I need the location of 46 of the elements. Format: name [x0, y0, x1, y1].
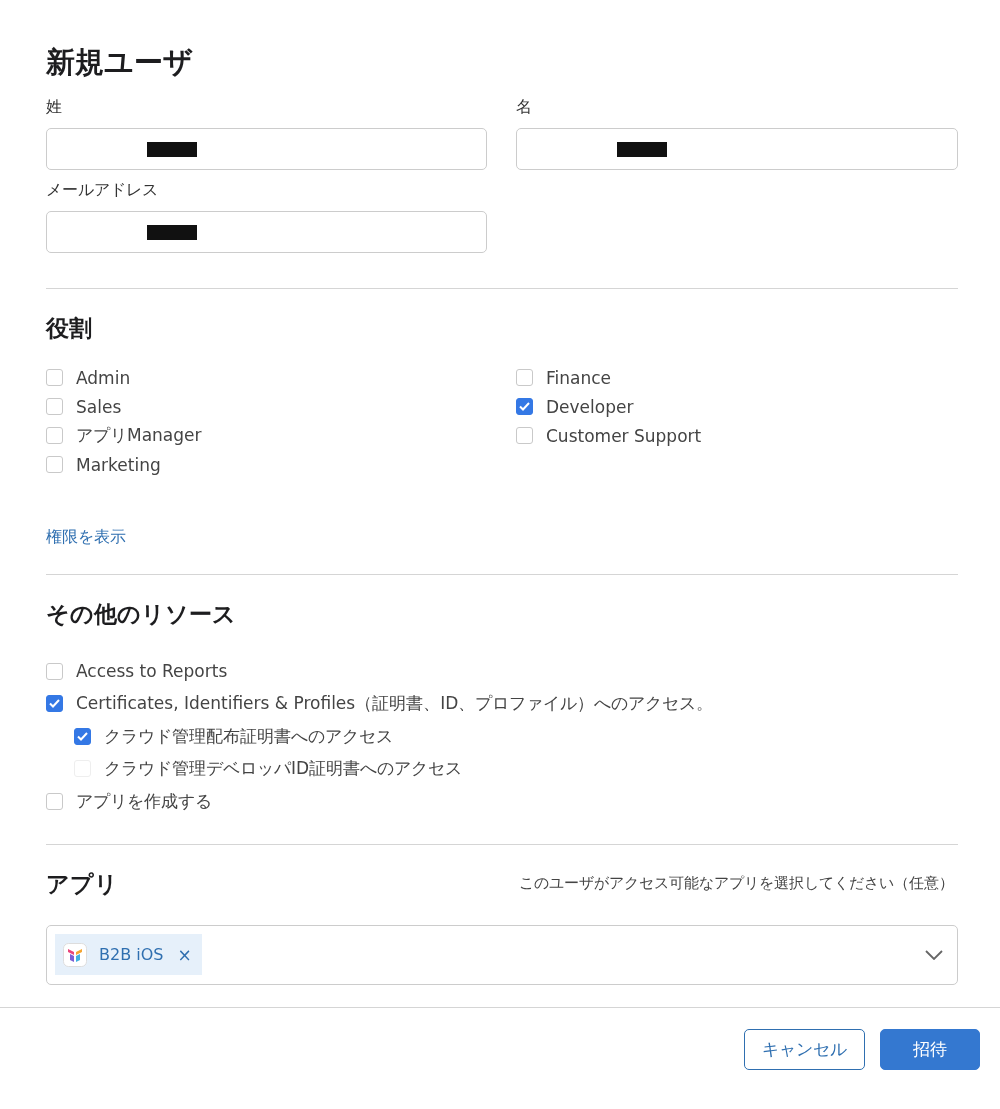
checkbox[interactable] — [46, 456, 63, 473]
checkbox[interactable] — [46, 369, 63, 386]
checkbox-label: Marketing — [76, 454, 161, 475]
app-icon — [63, 942, 87, 967]
checkbox[interactable] — [516, 369, 533, 386]
section-heading: アプリ — [46, 869, 118, 899]
permissions-link[interactable]: 権限を表示 — [46, 527, 126, 548]
chevron-down-icon — [925, 949, 943, 960]
checkbox[interactable] — [46, 427, 63, 444]
checkbox-label: Sales — [76, 396, 122, 417]
checkmark-icon — [49, 699, 60, 709]
field-label: 名 — [516, 96, 533, 118]
app-select-field[interactable]: B2B iOS × — [46, 924, 958, 985]
checkbox-label: アプリManager — [76, 424, 202, 447]
checkbox-label: Admin — [76, 367, 131, 388]
checkbox-label: アプリを作成する — [76, 789, 212, 813]
checkmark-icon — [519, 402, 530, 411]
checkbox[interactable] — [46, 398, 63, 415]
section-heading: 役割 — [46, 314, 93, 343]
hint-text: このユーザがアクセス可能なアプリを選択してください（任意） — [519, 874, 955, 893]
page-title: 新規ユーザ — [46, 44, 194, 81]
input-field[interactable] — [516, 128, 958, 170]
invite-button[interactable]: 招待 — [880, 1028, 980, 1070]
checkbox-label: クラウド管理デベロッパID証明書へのアクセス — [104, 757, 463, 781]
chip-label: B2B iOS — [99, 945, 164, 964]
section-heading: その他のリソース — [46, 600, 237, 629]
checkbox[interactable] — [46, 792, 63, 810]
checkbox-label: クラウド管理配布証明書へのアクセス — [104, 724, 393, 748]
checkbox-label: Access to Reports — [76, 661, 228, 682]
app-chip[interactable]: B2B iOS × — [55, 934, 202, 975]
checkbox-label: Customer Support — [546, 425, 702, 446]
field-label: メールアドレス — [46, 179, 159, 201]
checkbox[interactable] — [46, 662, 63, 680]
cancel-button[interactable]: キャンセル — [744, 1028, 865, 1070]
checkbox[interactable] — [516, 427, 533, 444]
checkbox-label: Certificates, Identifiers & Profiles（証明書、ID、プロファイル）へのアクセス。 — [76, 692, 714, 716]
checkmark-icon — [77, 731, 88, 741]
field-label: 姓 — [46, 96, 63, 118]
checkbox-label: Finance — [546, 367, 612, 388]
input-field[interactable] — [46, 211, 487, 253]
checkbox[interactable] — [46, 695, 63, 713]
checkbox[interactable] — [74, 727, 91, 745]
input-field[interactable] — [46, 128, 487, 170]
checkbox-label: Developer — [546, 396, 634, 417]
checkbox[interactable] — [516, 398, 533, 415]
remove-button[interactable]: × — [177, 944, 192, 965]
